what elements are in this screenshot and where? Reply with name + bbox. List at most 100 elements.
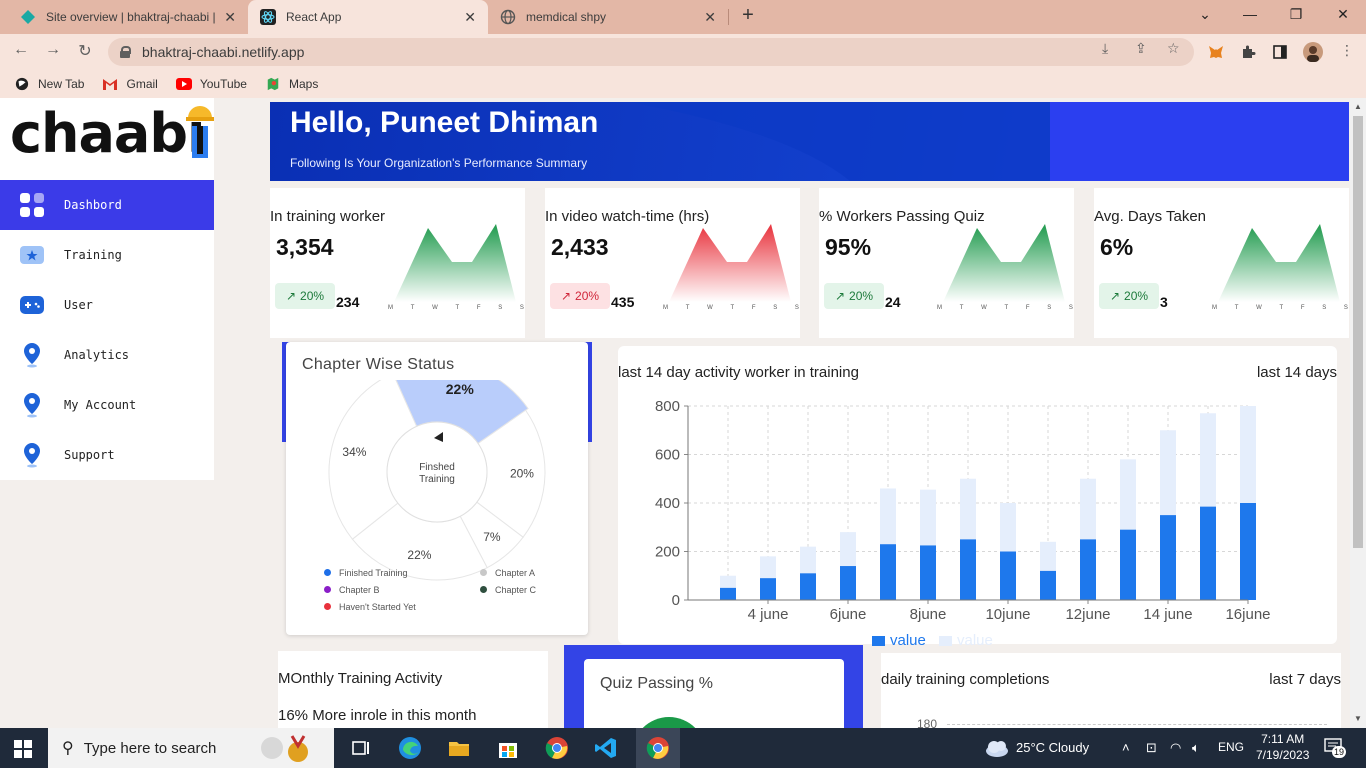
notifications-button[interactable]: 19: [1324, 738, 1350, 760]
youtube-icon: [175, 78, 192, 90]
wifi-icon[interactable]: ◠: [1170, 740, 1181, 756]
sparkline-days: MTWTFSS: [663, 305, 799, 311]
bar-value: [840, 566, 856, 600]
sparkline-chart: [394, 224, 516, 302]
legend-label[interactable]: value: [957, 632, 993, 646]
clock[interactable]: 7:11 AM 7/19/2023: [1256, 731, 1309, 763]
browser-tab-bar: Site overview | bhaktraj-chaabi | N ✕ Re…: [0, 0, 1366, 34]
y-tick-label: 200: [655, 544, 680, 561]
weather-text[interactable]: 25°C Cloudy: [1016, 740, 1089, 755]
side-panel-icon[interactable]: [1272, 44, 1288, 60]
y-tick-label: 600: [655, 447, 680, 464]
file-explorer-icon[interactable]: [447, 736, 471, 760]
bookmark-youtube[interactable]: YouTube: [175, 77, 247, 91]
legend-label: Chapter C: [495, 585, 537, 595]
scrollbar-thumb[interactable]: [1353, 116, 1363, 548]
monthly-activity-card: MOnthly Training Activity 16% More inrol…: [278, 651, 548, 728]
trend-value: 20%: [849, 289, 874, 303]
sidebar-item-my-account[interactable]: My Account: [0, 380, 214, 430]
scroll-down-arrow-icon[interactable]: ▼: [1354, 714, 1362, 723]
minimize-button[interactable]: —: [1240, 6, 1260, 22]
menu-kebab-icon[interactable]: ⋮: [1340, 42, 1354, 59]
windows-taskbar: ⚲ Type here to search 25°C Cloudy ˄ ⊡ ◠ …: [0, 728, 1366, 768]
window-close-button[interactable]: ✕: [1333, 6, 1353, 23]
stat-value: 2,433: [551, 234, 609, 260]
sidebar-item-dashboard[interactable]: Dashbord: [0, 180, 214, 230]
page-scrollbar[interactable]: ▲ ▼: [1350, 98, 1366, 728]
netlify-icon: [21, 10, 35, 24]
legend-item: Haven't Started Yet: [324, 602, 416, 612]
tab-search-chevron-icon[interactable]: ⌄: [1195, 6, 1215, 23]
vscode-icon[interactable]: [594, 736, 618, 760]
stat-card-quiz-pass: % Workers Passing Quiz 95% ↗ 20% 24 MTWTF…: [819, 188, 1074, 338]
location-pin-icon: [18, 441, 46, 469]
microsoft-store-icon[interactable]: [496, 736, 520, 760]
sidebar-item-label: My Account: [64, 398, 137, 412]
slice-label: 7%: [483, 530, 501, 544]
bar-chart: 0 200 400 600 800 4 june 6june 8june 10june 12jun…: [655, 398, 1271, 646]
bookmark-new-tab[interactable]: New Tab: [14, 77, 84, 91]
quiz-passing-card: Quiz Passing %: [584, 659, 844, 728]
page-title: Hello, Puneet Dhiman: [290, 106, 599, 139]
bookmark-maps[interactable]: Maps: [265, 77, 318, 91]
extensions-puzzle-icon[interactable]: [1240, 44, 1256, 60]
profile-avatar[interactable]: [1303, 42, 1323, 62]
bar-value: [960, 539, 976, 600]
metamask-fox-icon[interactable]: [1208, 44, 1224, 60]
bookmark-label: Gmail: [126, 77, 158, 91]
sidebar-item-analytics[interactable]: Analytics: [0, 330, 214, 380]
legend-dot: [480, 569, 487, 576]
tab-title: Site overview | bhaktraj-chaabi | N: [46, 10, 217, 24]
sparkline-days: MTWTFSS: [1212, 305, 1348, 311]
legend-dot: [480, 586, 487, 593]
search-icon: ⚲: [62, 740, 74, 757]
bookmark-label: New Tab: [38, 77, 85, 91]
maximize-button[interactable]: ❐: [1286, 6, 1306, 23]
sidebar-item-support[interactable]: Support: [0, 430, 214, 480]
close-icon[interactable]: ✕: [224, 9, 236, 26]
tab-react-app[interactable]: React App ✕: [248, 0, 488, 34]
task-view-icon[interactable]: [349, 736, 373, 760]
day-label: T: [1234, 305, 1239, 311]
day-label: F: [1300, 305, 1305, 311]
install-app-icon[interactable]: ⤓: [1102, 40, 1108, 57]
day-label: W: [707, 305, 713, 311]
day-label: W: [432, 305, 438, 311]
user-icon: [18, 291, 46, 319]
close-icon[interactable]: ✕: [464, 9, 476, 26]
tray-chevron-up-icon[interactable]: ˄: [1122, 740, 1130, 755]
reload-icon[interactable]: ↻: [74, 41, 96, 61]
close-icon[interactable]: ✕: [704, 9, 716, 26]
chrome-icon: [646, 737, 669, 759]
chrome-icon[interactable]: [545, 736, 569, 760]
notification-count-badge: 19: [1332, 746, 1347, 758]
back-arrow-icon[interactable]: ←: [10, 41, 32, 59]
tab-title: React App: [286, 10, 342, 24]
language-indicator[interactable]: ENG: [1218, 740, 1244, 754]
sidebar-item-user[interactable]: User: [0, 280, 214, 330]
meet-now-icon[interactable]: ⊡: [1146, 740, 1157, 756]
lock-icon: [120, 46, 131, 58]
bookmark-star-icon[interactable]: ☆: [1167, 40, 1180, 57]
legend-label[interactable]: value: [890, 632, 926, 646]
new-tab-button[interactable]: +: [736, 4, 760, 27]
day-label: T: [410, 305, 415, 311]
taskbar-search-input[interactable]: ⚲ Type here to search: [48, 728, 334, 768]
forward-arrow-icon[interactable]: →: [42, 41, 64, 59]
volume-icon[interactable]: 🔈︎: [1192, 740, 1200, 756]
edge-browser-icon[interactable]: [398, 736, 422, 760]
stat-label: Avg. Days Taken: [1094, 208, 1207, 225]
day-label: S: [1047, 305, 1052, 311]
bookmark-gmail[interactable]: Gmail: [102, 77, 158, 91]
bar-value: [1240, 503, 1256, 600]
windows-start-icon[interactable]: [14, 740, 32, 758]
taskbar-active-app[interactable]: [636, 728, 680, 768]
tab-memdical-shpy[interactable]: memdical shpy ✕: [488, 0, 728, 34]
globe-icon: [500, 9, 516, 25]
tab-site-overview[interactable]: Site overview | bhaktraj-chaabi | N ✕: [8, 0, 248, 34]
bookmark-label: Maps: [288, 77, 319, 91]
url-bar[interactable]: bhaktraj-chaabi.netlify.app: [108, 38, 1194, 66]
scroll-up-arrow-icon[interactable]: ▲: [1354, 102, 1362, 111]
share-icon[interactable]: ⇪: [1135, 40, 1147, 57]
sidebar-item-training[interactable]: Training: [0, 230, 214, 280]
